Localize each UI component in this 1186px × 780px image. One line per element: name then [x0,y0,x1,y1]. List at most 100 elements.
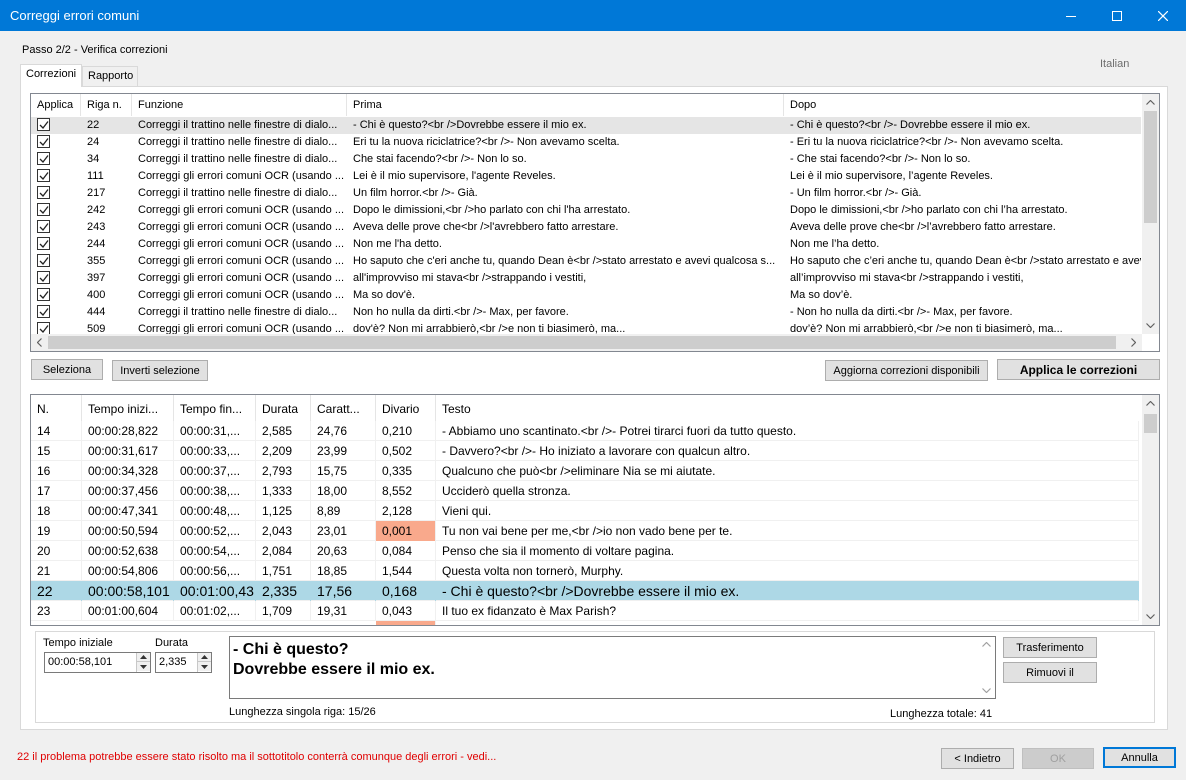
subtitle-row[interactable]: 18 00:00:47,341 00:00:48,... 1,125 8,89 2,128… [31,501,1139,521]
close-button[interactable] [1140,0,1186,31]
refresh-fixes-button[interactable]: Aggiorna correzioni disponibili [825,360,988,381]
subtitle-row[interactable]: 17 00:00:37,456 00:00:38,... 1,333 18,00 8,55… [31,481,1139,501]
col-funzione[interactable]: Funzione [132,94,347,116]
col-number[interactable]: N. [31,395,82,421]
subtitle-row[interactable]: 22 00:00:58,101 00:01:00,43 2,335 17,56 0,168… [31,581,1139,601]
fix-row[interactable]: 244 Correggi gli errori comuni OCR (usand… [31,236,1141,253]
subtitle-cell-end: 00:00:52,... [174,521,256,541]
maximize-icon [1112,10,1122,21]
fix-cell-before: Ho saputo che c'eri anche tu, quando Dea… [353,255,776,267]
subtitle-row[interactable]: 15 00:00:31,617 00:00:33,... 2,209 23,99 0,50… [31,441,1139,461]
subtitle-row[interactable]: 14 00:00:28,822 00:00:31,... 2,585 24,76 0,21… [31,421,1139,441]
col-applica[interactable]: Applica [31,94,81,116]
subtitle-row[interactable]: 21 00:00:54,806 00:00:56,... 1,751 18,85 1,54… [31,561,1139,581]
fix-row[interactable]: 34 Correggi il trattino nelle finestre di… [31,151,1141,168]
fix-row[interactable]: 243 Correggi gli errori comuni OCR (usand… [31,219,1141,236]
duration-stepper[interactable]: 2,335 [155,652,212,673]
tab-correzioni[interactable]: Correzioni [20,64,82,87]
transfer-button[interactable]: Trasferimento [1003,637,1097,658]
subtitle-vscrollbar[interactable] [1142,395,1159,625]
fix-row[interactable]: 111 Correggi gli errori comuni OCR (usand… [31,168,1141,185]
tab-rapporto[interactable]: Rapporto [82,66,138,86]
checkmark-icon [39,155,49,163]
start-time-label: Tempo iniziale [43,637,113,649]
minimize-button[interactable] [1048,0,1094,31]
apply-checkbox[interactable] [37,203,50,216]
checkmark-icon [39,172,49,180]
fix-cell-after: all’improvviso mi stava<br />strappando … [790,272,1024,284]
col-dopo[interactable]: Dopo [784,94,1141,116]
fix-cell-function: Correggi gli errori comuni OCR (usando .… [138,238,345,250]
apply-checkbox[interactable] [37,118,50,131]
fixes-grid[interactable]: Applica Riga n. Funzione Prima Dopo 22 Co… [30,93,1160,352]
fix-row[interactable]: 242 Correggi gli errori comuni OCR (usand… [31,202,1141,219]
fix-row[interactable]: 400 Correggi gli errori comuni OCR (usand… [31,287,1141,304]
fix-row[interactable]: 397 Correggi gli errori comuni OCR (usand… [31,270,1141,287]
fix-row[interactable]: 355 Correggi gli errori comuni OCR (usand… [31,253,1141,270]
back-button[interactable]: < Indietro [941,748,1014,769]
select-button[interactable]: Seleziona [31,359,103,380]
apply-checkbox[interactable] [37,169,50,182]
col-text[interactable]: Testo [436,395,1139,421]
col-start-time[interactable]: Tempo inizi... [82,395,174,421]
fix-cell-line: 243 [87,221,106,233]
fix-row[interactable]: 22 Correggi il trattino nelle finestre di… [31,117,1141,134]
apply-checkbox[interactable] [37,220,50,233]
apply-fixes-button[interactable]: Applica le correzioni [997,359,1160,380]
apply-checkbox[interactable] [37,271,50,284]
col-chars[interactable]: Caratt... [311,395,376,421]
scroll-left-icon[interactable] [31,334,48,351]
fix-row[interactable]: 444 Correggi il trattino nelle finestre d… [31,304,1141,321]
maximize-button[interactable] [1094,0,1140,31]
checkmark-icon [39,291,49,299]
subtitle-cell-end: 00:00:37,... [174,461,256,481]
col-prima[interactable]: Prima [347,94,784,116]
col-end-time[interactable]: Tempo fin... [174,395,256,421]
apply-checkbox[interactable] [37,135,50,148]
apply-checkbox[interactable] [37,254,50,267]
invert-selection-button[interactable]: Inverti selezione [112,360,208,381]
ok-button[interactable]: OK [1022,748,1094,769]
editor-scrollbar[interactable] [978,637,995,698]
scroll-up-icon[interactable] [1142,94,1159,111]
subtitle-cell-end: 00:01:02,... [174,601,256,621]
fixes-hscroll-thumb[interactable] [48,336,1116,349]
subtitle-row[interactable]: 20 00:00:52,638 00:00:54,... 2,084 20,63 0,08… [31,541,1139,561]
subtitle-cell-gap: 8,552 [376,481,436,501]
subtitle-row[interactable]: 23 00:01:00,604 00:01:02,... 1,709 19,31 0,04… [31,601,1139,621]
fix-row[interactable]: 24 Correggi il trattino nelle finestre di… [31,134,1141,151]
fixes-vscroll-thumb[interactable] [1144,111,1157,223]
subtitle-grid[interactable]: N. Tempo inizi... Tempo fin... Durata Ca… [30,394,1160,626]
subtitle-row[interactable]: 16 00:00:34,328 00:00:37,... 2,793 15,75 0,33… [31,461,1139,481]
scroll-down-icon[interactable] [1142,317,1159,334]
subtitle-cell-duration: 2,335 [256,581,311,601]
subtitle-cell-text: Questa volta non tornerò, Murphy. [436,561,1139,581]
fixes-vscrollbar[interactable] [1142,94,1159,334]
cancel-button[interactable]: Annulla [1103,747,1176,768]
fixes-hscrollbar[interactable] [31,334,1142,351]
subtitle-cell-duration: 2,209 [256,441,311,461]
col-duration[interactable]: Durata [256,395,311,421]
fix-row[interactable]: 217 Correggi il trattino nelle finestre d… [31,185,1141,202]
remove-button[interactable]: Rimuovi il [1003,662,1097,683]
subtitle-cell-start: 00:00:28,822 [82,421,174,441]
apply-checkbox[interactable] [37,305,50,318]
fix-cell-before: Lei è il mio supervisore, l'agente Revel… [353,170,556,182]
start-time-stepper[interactable]: 00:00:58,101 [44,652,151,673]
stepper-down-icon [137,662,150,671]
apply-checkbox[interactable] [37,237,50,250]
subtitle-text-editor[interactable]: - Chi è questo? Dovrebbe essere il mio e… [229,636,996,699]
subtitle-row[interactable]: 19 00:00:50,594 00:00:52,... 2,043 23,01 0,00… [31,521,1139,541]
subtitle-vscroll-thumb[interactable] [1144,414,1157,433]
col-gap[interactable]: Divario [376,395,436,421]
fix-cell-function: Correggi il trattino nelle finestre di d… [138,136,338,148]
apply-checkbox[interactable] [37,288,50,301]
col-riga[interactable]: Riga n. [81,94,132,116]
scroll-down-icon[interactable] [1142,608,1159,625]
scroll-right-icon[interactable] [1125,334,1142,351]
subtitle-cell-start: 00:00:37,456 [82,481,174,501]
apply-checkbox[interactable] [37,152,50,165]
apply-checkbox[interactable] [37,186,50,199]
fix-cell-before: Un film horror.<br />- Già. [353,187,478,199]
scroll-up-icon[interactable] [1142,395,1159,412]
